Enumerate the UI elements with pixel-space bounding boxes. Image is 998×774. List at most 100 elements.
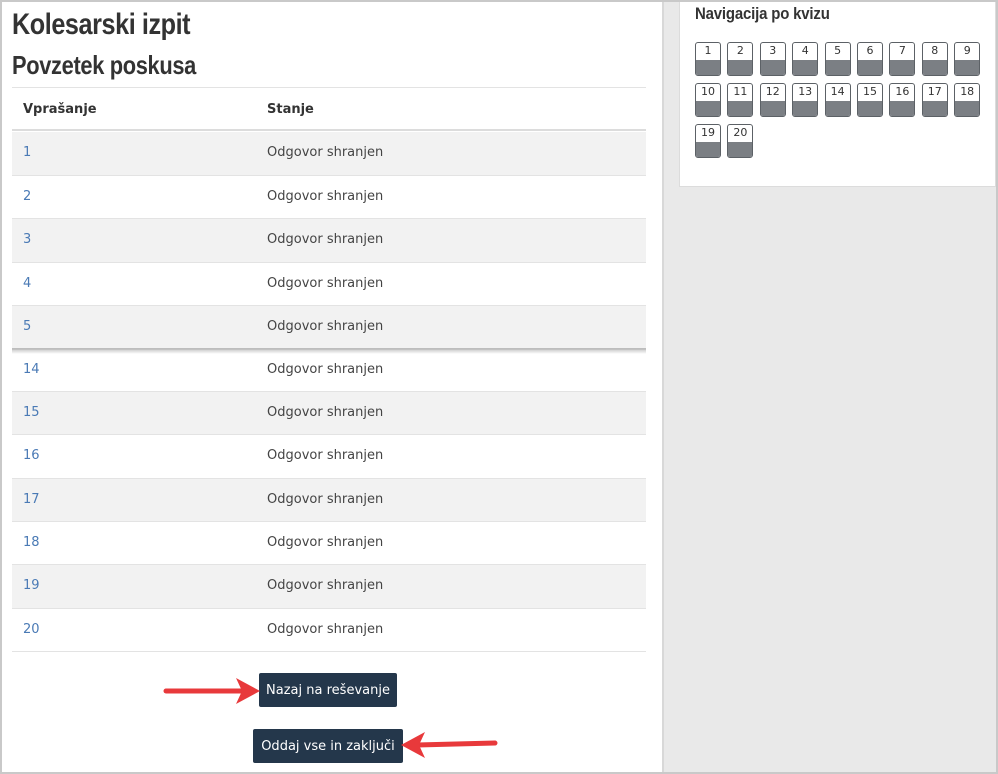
answer-saved-indicator (955, 60, 980, 75)
quiz-nav-button-number: 16 (895, 85, 910, 98)
question-link[interactable]: 18 (23, 535, 40, 550)
question-status: Odgovor shranjen (267, 276, 384, 291)
quiz-nav-button[interactable]: 6 (857, 42, 883, 76)
red-arrow-icon (401, 732, 498, 758)
question-status: Odgovor shranjen (267, 405, 384, 420)
question-status: Odgovor shranjen (267, 622, 384, 637)
answer-saved-indicator (858, 60, 882, 75)
quiz-nav-button[interactable]: 2 (727, 42, 754, 76)
answer-saved-indicator (858, 101, 882, 116)
quiz-nav-button[interactable]: 11 (727, 83, 754, 117)
table-row: 14 Odgovor shranjen (12, 349, 646, 392)
quiz-nav-button[interactable]: 17 (921, 83, 948, 117)
table-row: 15 Odgovor shranjen (12, 392, 646, 435)
question-link[interactable]: 1 (23, 145, 31, 160)
quiz-nav-button-number: 6 (866, 44, 874, 57)
quiz-nav-button-number: 17 (927, 85, 942, 98)
answer-saved-indicator (728, 101, 753, 116)
quiz-nav-button-number: 18 (960, 85, 975, 98)
question-link[interactable]: 20 (23, 622, 40, 637)
quiz-nav-button[interactable]: 15 (857, 83, 883, 117)
quiz-nav-button-number: 5 (834, 44, 842, 57)
table-row: 2 Odgovor shranjen (12, 176, 646, 219)
screenshot-cut-divider (12, 348, 646, 354)
quiz-nav-button-number: 12 (765, 85, 780, 98)
quiz-nav-button-number: 19 (701, 126, 715, 139)
submit-all-and-finish-button[interactable]: Oddaj vse in zaključi (253, 729, 403, 763)
quiz-nav-button[interactable]: 10 (695, 83, 721, 117)
table-row: 18 Odgovor shranjen (12, 522, 646, 565)
quiz-nav-button-number: 9 (963, 44, 971, 57)
quiz-nav-button[interactable]: 20 (727, 124, 754, 158)
quiz-nav-button[interactable]: 13 (792, 83, 819, 117)
question-status: Odgovor shranjen (267, 492, 384, 507)
answer-saved-indicator (760, 101, 785, 116)
table-row: 19 Odgovor shranjen (12, 565, 646, 609)
quiz-nav-button-number: 11 (733, 85, 748, 98)
question-link[interactable]: 2 (23, 189, 31, 204)
quiz-nav-button-number: 14 (830, 85, 845, 98)
summary-table-header: Vprašanje Stanje (12, 87, 646, 131)
answer-saved-indicator (890, 101, 915, 116)
table-row: 1 Odgovor shranjen (12, 132, 646, 176)
question-link[interactable]: 14 (23, 362, 40, 377)
question-link[interactable]: 5 (23, 319, 31, 334)
column-header-question: Vprašanje (23, 102, 97, 117)
quiz-nav-button[interactable]: 3 (759, 42, 786, 76)
answer-saved-indicator (825, 101, 850, 116)
quiz-nav-button[interactable]: 5 (824, 42, 851, 76)
quiz-nav-button-number: 20 (733, 126, 748, 139)
quiz-nav-button[interactable]: 16 (889, 83, 916, 117)
table-row: 17 Odgovor shranjen (12, 479, 646, 522)
question-status: Odgovor shranjen (267, 362, 384, 377)
quiz-nav-button[interactable]: 12 (759, 83, 786, 117)
question-link[interactable]: 17 (23, 492, 40, 507)
question-link[interactable]: 19 (23, 578, 40, 593)
red-arrow-icon (163, 678, 260, 704)
quiz-nav-button[interactable]: 4 (792, 42, 819, 76)
answer-saved-indicator (793, 60, 818, 75)
answer-saved-indicator (696, 142, 720, 157)
answer-saved-indicator (825, 60, 850, 75)
answer-saved-indicator (890, 60, 915, 75)
answer-saved-indicator (760, 60, 785, 75)
quiz-nav-button-number: 2 (736, 44, 744, 57)
quiz-nav-button-number: 10 (701, 85, 715, 98)
quiz-nav-button-number: 3 (769, 44, 777, 57)
answer-saved-indicator (922, 101, 947, 116)
question-link[interactable]: 15 (23, 405, 40, 420)
question-status: Odgovor shranjen (267, 578, 384, 593)
quiz-nav-button-number: 15 (863, 85, 877, 98)
question-link[interactable]: 3 (23, 232, 31, 247)
quiz-nav-button[interactable]: 14 (824, 83, 851, 117)
question-link[interactable]: 16 (23, 448, 40, 463)
quiz-nav-button[interactable]: 18 (954, 83, 981, 117)
quiz-nav-button[interactable]: 9 (954, 42, 981, 76)
page-subtitle: Povzetek poskusa (12, 50, 196, 80)
quiz-navigation-block: Navigacija po kvizu 1 2 3 4 5 6 7 8 9 10 11 12 13 14 1… (679, 0, 996, 187)
question-link[interactable]: 4 (23, 276, 31, 291)
question-status: Odgovor shranjen (267, 145, 384, 160)
question-status: Odgovor shranjen (267, 535, 384, 550)
question-status: Odgovor shranjen (267, 189, 384, 204)
answer-saved-indicator (696, 60, 720, 75)
column-header-status: Stanje (267, 102, 314, 117)
table-row: 3 Odgovor shranjen (12, 219, 646, 263)
quiz-navigation-title: Navigacija po kvizu (695, 4, 830, 23)
answer-saved-indicator (955, 101, 980, 116)
question-status: Odgovor shranjen (267, 319, 384, 334)
quiz-nav-button-number: 4 (801, 44, 809, 57)
back-to-attempt-button[interactable]: Nazaj na reševanje (259, 673, 397, 707)
column-divider (662, 0, 664, 774)
quiz-nav-button[interactable]: 7 (889, 42, 916, 76)
answer-saved-indicator (793, 101, 818, 116)
question-status: Odgovor shranjen (267, 448, 384, 463)
quiz-nav-button[interactable]: 8 (921, 42, 948, 76)
table-row: 4 Odgovor shranjen (12, 263, 646, 306)
quiz-nav-button[interactable]: 19 (695, 124, 721, 158)
page-title: Kolesarski izpit (12, 8, 191, 41)
answer-saved-indicator (922, 60, 947, 75)
quiz-nav-button[interactable]: 1 (695, 42, 721, 76)
answer-saved-indicator (728, 60, 753, 75)
table-row: 20 Odgovor shranjen (12, 609, 646, 652)
